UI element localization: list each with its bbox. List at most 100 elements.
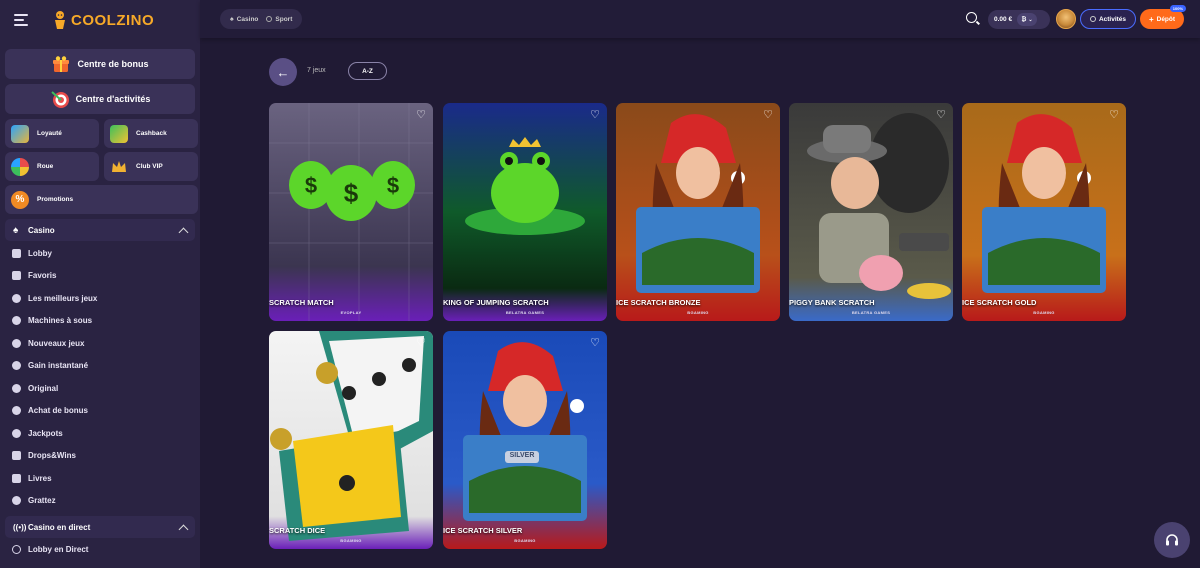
activities-label: Activités [1098, 15, 1127, 23]
nav-item-scratch[interactable]: Grattez [0, 490, 200, 513]
search-icon[interactable] [966, 12, 977, 23]
nav-label: Lobby en Direct [28, 544, 89, 554]
game-provider: BGAMING [340, 538, 362, 543]
game-artwork [269, 331, 433, 549]
nav-item-lobby[interactable]: Lobby [0, 242, 200, 265]
nav-item-top-games[interactable]: Les meilleurs jeux [0, 287, 200, 310]
back-button[interactable]: ← [269, 58, 297, 86]
product-switch: ♠ Casino Sport [220, 9, 303, 29]
drops-icon [12, 451, 21, 461]
nav-label: Machines à sous [28, 316, 93, 326]
tab-casino[interactable]: ♠ Casino [230, 16, 258, 23]
deposit-bonus-badge: 100% [1169, 5, 1186, 12]
hamburger-menu-icon[interactable] [14, 14, 28, 26]
scratch-icon [12, 496, 21, 506]
game-card-ice-scratch-bronze[interactable]: ♡ ICE SCRATCH BRONZE BGAMING [616, 103, 780, 321]
support-chat-button[interactable] [1154, 522, 1190, 558]
vip-club-tile[interactable]: Club VIP [104, 152, 198, 181]
game-provider: BGAMING [687, 310, 709, 315]
deposit-button[interactable]: + Dépôt 100% [1140, 5, 1186, 29]
casino-section-label: Casino [28, 225, 55, 235]
favorite-heart-icon[interactable]: ♡ [589, 337, 601, 349]
spade-icon: ♠ [230, 15, 234, 23]
tab-sport[interactable]: Sport [266, 16, 292, 23]
nav-item-bonus-buy[interactable]: Achat de bonus [0, 400, 200, 423]
live-broadcast-icon: ((•)) [13, 522, 27, 532]
live-casino-section-header[interactable]: ((•)) Casino en direct [5, 516, 195, 538]
game-art-label: SILVER [509, 452, 535, 459]
nav-item-slots[interactable]: Machines à sous [0, 310, 200, 333]
shield-icon [11, 124, 29, 143]
game-title: PIGGY BANK SCRATCH [789, 298, 875, 307]
nav-item-drops-wins[interactable]: Drops&Wins [0, 445, 200, 468]
nav-label: Nouveaux jeux [28, 338, 85, 348]
deposit-label: Dépôt [1156, 15, 1176, 23]
game-title: ICE SCRATCH GOLD [962, 298, 1037, 307]
favorite-heart-icon[interactable]: ♡ [935, 109, 947, 121]
activities-button[interactable]: Activités [1080, 9, 1136, 29]
wheel-icon [11, 157, 29, 176]
svg-text:$: $ [344, 178, 359, 208]
game-artwork [443, 331, 607, 549]
nav-item-instant-win[interactable]: Gain instantané [0, 355, 200, 378]
tab-casino-label: Casino [236, 15, 259, 23]
svg-text:$: $ [305, 173, 317, 198]
nav-item-books[interactable]: Livres [0, 467, 200, 490]
sort-button[interactable]: A-Z [348, 62, 387, 80]
percent-icon: % [11, 190, 29, 209]
nav-item-original[interactable]: Original [0, 377, 200, 400]
activity-center-label: Centre d'activités [75, 94, 151, 104]
game-provider: EVOPLAY [340, 310, 362, 315]
avatar[interactable] [1056, 9, 1076, 29]
loyalty-tile[interactable]: Loyauté [5, 119, 99, 148]
currency-selector[interactable]: ₿ ⌄ [1017, 13, 1038, 26]
game-title: SCRATCH MATCH [269, 298, 334, 307]
gift-icon [53, 56, 70, 72]
game-card-ice-scratch-silver[interactable]: SILVER ♡ ICE SCRATCH SILVER BGAMING [443, 331, 607, 549]
bookmark-icon [12, 271, 21, 281]
nav-item-favoris[interactable]: Favoris [0, 265, 200, 288]
logo-row: COOLZINO [0, 0, 200, 40]
cashback-label: Cashback [136, 130, 167, 137]
balance-selector[interactable]: 0.00 € ₿ ⌄ [988, 10, 1050, 29]
nav-label: Achat de bonus [28, 406, 89, 416]
brand-logo[interactable]: COOLZINO [52, 10, 154, 30]
bonus-center-button[interactable]: Centre de bonus [5, 49, 195, 79]
game-title: KING OF JUMPING SCRATCH [443, 298, 549, 307]
ball-icon [266, 16, 273, 22]
nav-label: Lobby [28, 248, 52, 258]
cashback-tile[interactable]: Cashback [104, 119, 198, 148]
activity-center-button[interactable]: Centre d'activités [5, 84, 195, 114]
game-card-ice-scratch-gold[interactable]: ♡ ICE SCRATCH GOLD BGAMING [962, 103, 1126, 321]
brand-name: COOLZINO [71, 11, 155, 29]
casino-nav-list: Lobby Favoris Les meilleurs jeux Machine… [0, 242, 200, 512]
game-card-scratch-match[interactable]: $ $ $ ♡ SCRATCH MATCH EVOPLAY [269, 103, 433, 321]
wheel-tile[interactable]: Roue [5, 152, 99, 181]
favorite-heart-icon[interactable]: ♡ [415, 109, 427, 121]
currency-symbol: ₿ [1021, 16, 1027, 23]
favorite-heart-icon[interactable]: ♡ [1108, 109, 1120, 121]
game-artwork: $ $ $ [269, 103, 433, 321]
nav-item-new-games[interactable]: Nouveaux jeux [0, 332, 200, 355]
game-artwork [962, 103, 1126, 321]
casino-section-header[interactable]: ♠ Casino [5, 219, 195, 241]
star-icon [12, 338, 21, 348]
promotions-tile[interactable]: % Promotions [5, 185, 198, 214]
game-title: ICE SCRATCH BRONZE [616, 298, 701, 307]
sidebar: COOLZINO Centre de bonus Centre d'activi… [0, 0, 200, 568]
game-card-king-of-jumping-scratch[interactable]: ♡ KING OF JUMPING SCRATCH BELATRA GAMES [443, 103, 607, 321]
plus-icon: + [1148, 14, 1154, 24]
nav-item-jackpots[interactable]: Jackpots [0, 422, 200, 445]
logo-mascot-icon [55, 11, 65, 29]
slot-icon [12, 316, 21, 326]
favorite-heart-icon[interactable]: ♡ [589, 109, 601, 121]
promotions-label: Promotions [37, 196, 74, 203]
game-card-scratch-dice[interactable]: ♡ SCRATCH DICE BGAMING [269, 331, 433, 549]
game-provider: BELATRA GAMES [851, 310, 891, 315]
coin-icon [12, 428, 21, 438]
game-card-piggy-bank-scratch[interactable]: ♡ PIGGY BANK SCRATCH BELATRA GAMES [789, 103, 953, 321]
favorite-heart-icon[interactable]: ♡ [762, 109, 774, 121]
favorite-heart-icon[interactable]: ♡ [415, 337, 427, 349]
chevron-up-icon [178, 227, 189, 237]
nav-item-live-lobby[interactable]: Lobby en Direct [0, 538, 200, 561]
